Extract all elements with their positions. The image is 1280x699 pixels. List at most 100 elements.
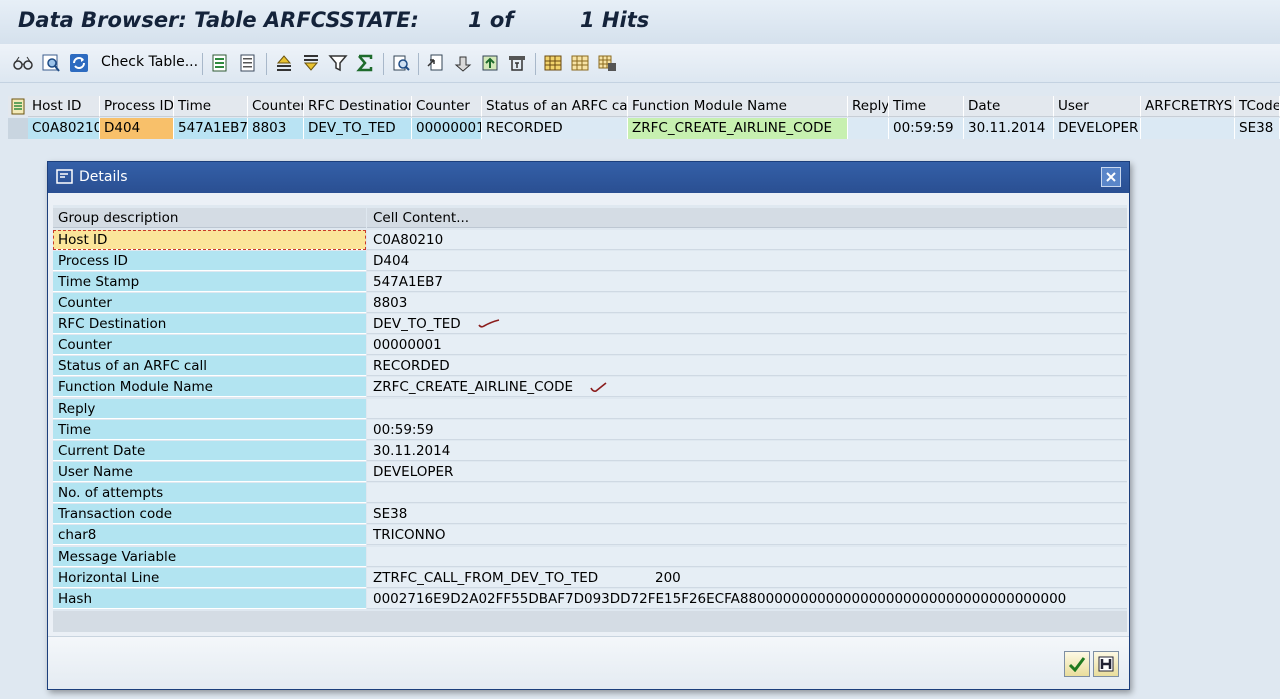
details-row[interactable]: Current Date 30.11.2014: [53, 440, 1127, 462]
details-row[interactable]: Process ID D404: [53, 250, 1127, 272]
cell-user[interactable]: DEVELOPER: [1054, 118, 1141, 139]
row-label[interactable]: Host ID: [53, 229, 366, 250]
row-label[interactable]: Counter: [53, 335, 366, 356]
row-label[interactable]: Horizontal Line: [53, 567, 366, 588]
filter-icon[interactable]: [327, 52, 349, 74]
row-label[interactable]: char8: [53, 525, 366, 546]
row-label[interactable]: Message Variable: [53, 546, 366, 567]
detail-view-icon[interactable]: [40, 52, 62, 74]
row-value[interactable]: 00:59:59: [367, 419, 1127, 440]
row-value[interactable]: [367, 483, 1127, 504]
cell-counter[interactable]: 8803: [248, 118, 304, 139]
row-value[interactable]: DEV_TO_TED: [367, 314, 1127, 334]
row-label[interactable]: No. of attempts: [53, 483, 366, 504]
row-label[interactable]: Time Stamp: [53, 271, 366, 292]
col-header-function-module[interactable]: Function Module Name: [628, 96, 848, 117]
col-header-process-id[interactable]: Process ID: [100, 96, 174, 117]
row-label[interactable]: Reply: [53, 398, 366, 419]
dialog-title-bar[interactable]: Details: [48, 162, 1129, 193]
col-header-time-2[interactable]: Time: [889, 96, 964, 117]
col-header-arfc-status[interactable]: Status of an ARFC call: [482, 96, 628, 117]
window-menu-icon[interactable]: [56, 169, 74, 189]
details-row[interactable]: char8 TRICONNO: [53, 525, 1127, 546]
row-value[interactable]: 30.11.2014: [367, 440, 1127, 461]
hold-icon[interactable]: [1093, 651, 1119, 677]
row-label[interactable]: Status of an ARFC call: [53, 356, 366, 377]
col-header-rfc-destination[interactable]: RFC Destination: [304, 96, 412, 117]
layout-icon[interactable]: [479, 52, 501, 74]
select-all-rows-icon[interactable]: [8, 96, 28, 117]
row-value[interactable]: [367, 546, 1127, 567]
row-value[interactable]: [367, 398, 1127, 419]
close-icon[interactable]: [1101, 167, 1121, 187]
check-table-button[interactable]: Check Table...: [101, 54, 198, 70]
details-row[interactable]: Function Module Name ZRFC_CREATE_AIRLINE…: [53, 377, 1127, 398]
details-row[interactable]: Horizontal Line ZTRFC_CALL_FROM_DEV_TO_T…: [53, 567, 1127, 589]
sum-icon[interactable]: [354, 52, 376, 74]
cell-function-module[interactable]: ZRFC_CREATE_AIRLINE_CODE: [628, 118, 848, 139]
row-value[interactable]: TRICONNO: [367, 525, 1127, 546]
cell-reply[interactable]: [848, 118, 889, 139]
col-header-reply[interactable]: Reply: [848, 96, 889, 117]
row-value[interactable]: 8803: [367, 292, 1127, 313]
col-header-cell-content[interactable]: Cell Content...: [367, 208, 1127, 228]
grid-view-icon[interactable]: [542, 52, 564, 74]
details-row[interactable]: User Name DEVELOPER: [53, 461, 1127, 483]
details-row[interactable]: Host ID C0A80210: [53, 229, 1127, 251]
details-row[interactable]: Counter 00000001: [53, 335, 1127, 356]
col-header-counter-2[interactable]: Counter: [412, 96, 482, 117]
row-value[interactable]: ZRFC_CREATE_AIRLINE_CODE: [367, 377, 1127, 398]
row-value[interactable]: ZTRFC_CALL_FROM_DEV_TO_TED 200: [367, 567, 1127, 588]
row-value[interactable]: 00000001: [367, 335, 1127, 356]
cell-time-2[interactable]: 00:59:59: [889, 118, 964, 139]
col-header-counter[interactable]: Counter: [248, 96, 304, 117]
details-row[interactable]: No. of attempts: [53, 483, 1127, 504]
choose-layout-icon[interactable]: [506, 52, 528, 74]
save-layout-icon[interactable]: [596, 52, 618, 74]
row-label[interactable]: Time: [53, 419, 366, 440]
details-row[interactable]: Time Stamp 547A1EB7: [53, 271, 1127, 293]
details-row[interactable]: RFC Destination DEV_TO_TED: [53, 314, 1127, 335]
row-selector[interactable]: [8, 118, 28, 139]
row-value[interactable]: DEVELOPER: [367, 461, 1127, 482]
graph-icon[interactable]: [452, 52, 474, 74]
continue-icon[interactable]: [1064, 651, 1090, 677]
col-header-host-id[interactable]: Host ID: [28, 96, 100, 117]
col-header-arfcretrys[interactable]: ARFCRETRYS: [1141, 96, 1235, 117]
col-header-user[interactable]: User: [1054, 96, 1141, 117]
row-label[interactable]: Transaction code: [53, 504, 366, 525]
col-header-group-description[interactable]: Group description: [53, 208, 366, 228]
row-value[interactable]: 0002716E9D2A02FF55DBAF7D093DD72FE15F26EC…: [367, 588, 1127, 609]
details-row[interactable]: Status of an ARFC call RECORDED: [53, 356, 1127, 377]
details-row[interactable]: Transaction code SE38: [53, 504, 1127, 525]
deselect-icon[interactable]: [237, 52, 259, 74]
cell-arfcretrys[interactable]: [1141, 118, 1235, 139]
cell-process-id[interactable]: D404: [100, 118, 174, 139]
row-label[interactable]: Current Date: [53, 440, 366, 461]
cell-host-id[interactable]: C0A80210: [28, 118, 100, 139]
row-label[interactable]: User Name: [53, 461, 366, 482]
refresh-icon[interactable]: [68, 52, 90, 74]
row-label[interactable]: RFC Destination: [53, 314, 366, 334]
col-header-date[interactable]: Date: [964, 96, 1054, 117]
details-row[interactable]: Message Variable: [53, 546, 1127, 568]
row-label[interactable]: Counter: [53, 292, 366, 313]
details-row[interactable]: Hash 0002716E9D2A02FF55DBAF7D093DD72FE15F…: [53, 588, 1127, 610]
details-row[interactable]: Counter 8803: [53, 292, 1127, 314]
row-value[interactable]: D404: [367, 250, 1127, 271]
print-preview-icon[interactable]: [390, 52, 412, 74]
cell-arfc-status[interactable]: RECORDED: [482, 118, 628, 139]
glasses-icon[interactable]: [12, 52, 34, 74]
cell-tcode[interactable]: SE38: [1235, 118, 1280, 139]
row-label[interactable]: Function Module Name: [53, 377, 366, 398]
row-value[interactable]: 547A1EB7: [367, 271, 1127, 292]
cell-time[interactable]: 547A1EB7: [174, 118, 248, 139]
row-label[interactable]: Process ID: [53, 250, 366, 271]
details-row[interactable]: Reply: [53, 398, 1127, 420]
select-all-icon[interactable]: [209, 52, 231, 74]
col-header-tcode[interactable]: TCode: [1235, 96, 1280, 117]
row-value[interactable]: RECORDED: [367, 356, 1127, 377]
col-header-time[interactable]: Time: [174, 96, 248, 117]
row-value[interactable]: SE38: [367, 504, 1127, 525]
row-label[interactable]: Hash: [53, 588, 366, 609]
